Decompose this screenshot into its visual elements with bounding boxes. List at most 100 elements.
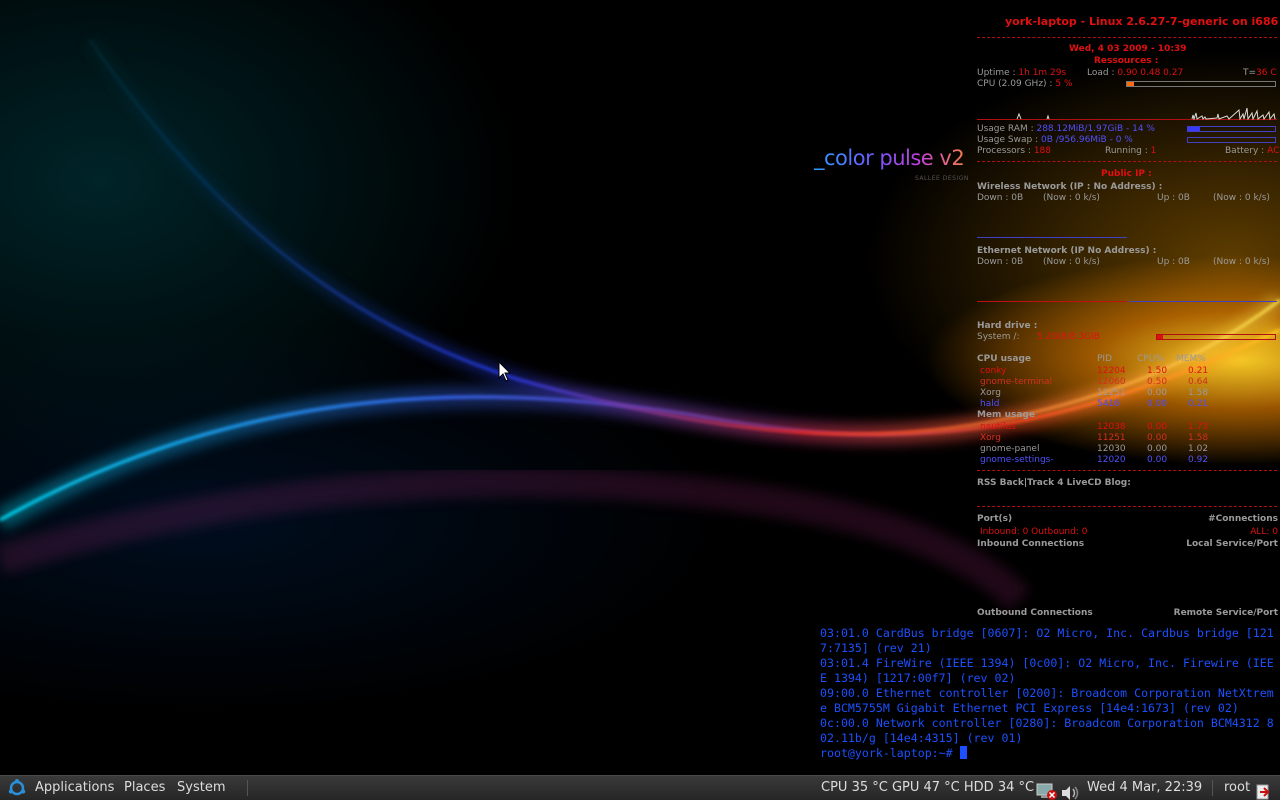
- swap-bar: [1187, 137, 1276, 143]
- wireless-up-now: (Now : 0 k/s): [1213, 193, 1270, 203]
- conky-load: Load : 0.90 0.48 0.27: [1087, 68, 1183, 78]
- terminal-line: e BCM5755M Gigabit Ethernet PCI Express …: [820, 701, 1239, 715]
- bottom-panel: Applications Places System CPU 35 °C GPU…: [0, 775, 1280, 800]
- process-cpu: 0.00: [1147, 433, 1168, 443]
- process-name: gnome-panel: [980, 444, 1040, 454]
- load-value: 0.90 0.48 0.27: [1117, 68, 1184, 78]
- process-cpu: 0.00: [1147, 388, 1168, 398]
- inbound-outbound: Inbound: 0 Outbound: 0: [980, 527, 1088, 537]
- ethernet-up-graph: [1129, 301, 1277, 302]
- system-menu[interactable]: System: [177, 776, 225, 800]
- mem-usage-title: Mem usage: [977, 410, 1035, 420]
- cpu-bar-fill: [1127, 82, 1135, 86]
- processes-label: Processors :: [977, 146, 1031, 156]
- process-cpu: 0.00: [1147, 444, 1168, 454]
- col-cpu-header: CPU%: [1137, 354, 1164, 364]
- swap-label: Usage Swap :: [977, 135, 1039, 145]
- ethernet-down-now: (Now : 0 k/s): [1043, 257, 1100, 267]
- local-service-port: Local Service/Port: [1186, 539, 1278, 549]
- terminal-line: 03:01.4 FireWire (IEEE 1394) [0c00]: O2 …: [820, 656, 1274, 670]
- panel-separator: [1212, 780, 1213, 796]
- col-pid-header: PID: [1097, 354, 1113, 364]
- all-connections: ALL: 0: [1250, 527, 1278, 537]
- process-cpu: 1.50: [1147, 366, 1168, 376]
- conky-resources-title: Ressources :: [1094, 56, 1159, 66]
- cpu-bar: [1126, 81, 1276, 87]
- conky-processes: Processors : 188: [977, 146, 1051, 156]
- ram-value: 288.12MiB/1.97GiB: [1036, 124, 1124, 134]
- desktop[interactable]: _color pulse v2 SALLEE DESIGN york-lapto…: [0, 0, 1280, 775]
- temp-unit: C: [1270, 68, 1277, 78]
- ethernet-down: Down : 0B: [977, 257, 1024, 267]
- brand-sub: SALLEE DESIGN: [915, 175, 969, 182]
- inbound-connections: Inbound Connections: [977, 539, 1085, 549]
- process-cpu: 0.00: [1147, 422, 1168, 432]
- hdd-title: Hard drive :: [977, 321, 1038, 331]
- clock[interactable]: Wed 4 Mar, 22:39: [1087, 776, 1202, 800]
- terminal-window[interactable]: 03:01.0 CardBus bridge [0607]: O2 Micro,…: [820, 626, 1280, 764]
- applications-menu[interactable]: Applications: [35, 776, 114, 800]
- process-cpu: 0.50: [1147, 377, 1168, 387]
- conky-datetime: Wed, 4 03 2009 - 10:39: [1069, 44, 1187, 54]
- load-label: Load :: [1087, 68, 1115, 78]
- process-name: conky: [980, 366, 1007, 376]
- process-pid: 5416: [1097, 399, 1120, 409]
- process-name: hald: [980, 399, 1000, 409]
- wireless-up: Up : 0B: [1157, 193, 1190, 203]
- volume-icon[interactable]: [1061, 781, 1081, 800]
- remote-service-port: Remote Service/Port: [1173, 608, 1278, 618]
- conky-divider: [977, 37, 1277, 38]
- running-label: Running :: [1105, 146, 1148, 156]
- ubuntu-logo-icon[interactable]: [7, 779, 27, 797]
- cpu-unit: %: [1063, 79, 1073, 89]
- process-pid: 12038: [1097, 422, 1126, 432]
- process-pid: 12204: [1097, 366, 1126, 376]
- conky-battery: Battery : AC: [1225, 146, 1279, 156]
- terminal-line: 03:01.0 CardBus bridge [0607]: O2 Micro,…: [820, 626, 1274, 640]
- ethernet-up-now: (Now : 0 k/s): [1213, 257, 1270, 267]
- process-mem: 1.58: [1188, 388, 1209, 398]
- terminal-prompt: root@york-laptop:~#: [820, 746, 960, 760]
- terminal-line: 0c:00.0 Network controller [0280]: Broad…: [820, 716, 1274, 730]
- ports-title: Port(s): [977, 514, 1013, 524]
- hardware-sensors[interactable]: CPU 35 °C GPU 47 °C HDD 34 °C: [821, 776, 1034, 800]
- process-mem: 1.73: [1188, 422, 1209, 432]
- temp-value: 36: [1256, 68, 1268, 78]
- text-cursor: [959, 746, 967, 759]
- logout-icon[interactable]: [1255, 780, 1271, 800]
- ram-bar-fill: [1188, 127, 1201, 131]
- terminal-output: 03:01.0 CardBus bridge [0607]: O2 Micro,…: [820, 626, 1280, 746]
- process-mem: 1.02: [1188, 444, 1209, 454]
- swap-value: 0B: [1040, 135, 1053, 145]
- brand-word: _color pulse v2: [814, 146, 974, 170]
- wireless-graph-baseline: [977, 237, 1127, 238]
- mouse-pointer-icon: [498, 361, 512, 382]
- ram-percent: - 14 %: [1126, 124, 1155, 134]
- cpu-label: CPU (2.09 GHz) :: [977, 79, 1053, 89]
- terminal-line: 02.11b/g [14e4:4315] (rev 01): [820, 731, 1023, 745]
- process-name: Xorg: [980, 388, 1001, 398]
- network-disconnected-icon[interactable]: [1036, 780, 1058, 800]
- terminal-line: 7:7135] (rev 21): [820, 641, 932, 655]
- process-pid: 12020: [1097, 455, 1126, 465]
- running-value: 1: [1150, 146, 1157, 156]
- places-menu[interactable]: Places: [124, 776, 165, 800]
- conky-monitor: york-laptop - Linux 2.6.27-7-generic on …: [975, 12, 1280, 622]
- terminal-line: 09:00.0 Ethernet controller [0200]: Broa…: [820, 686, 1274, 700]
- col-mem-header: MEM%: [1176, 354, 1206, 364]
- process-name: nautilus: [980, 422, 1016, 432]
- temp-label: T=: [1243, 68, 1257, 78]
- cpu-usage-title: CPU usage: [977, 354, 1032, 364]
- conky-divider: [977, 506, 1277, 507]
- conky-temp: T=36 C: [1243, 68, 1277, 78]
- user-switcher[interactable]: root: [1224, 776, 1250, 800]
- process-mem: 0.21: [1188, 399, 1209, 409]
- conky-divider: [977, 161, 1277, 162]
- terminal-prompt-line[interactable]: root@york-laptop:~#: [820, 746, 1280, 761]
- uptime-label: Uptime :: [977, 68, 1016, 78]
- rss-title: RSS Back|Track 4 LiveCD Blog:: [977, 478, 1131, 488]
- process-name: gnome-settings-: [980, 455, 1054, 465]
- process-name: gnome-terminal: [980, 377, 1053, 387]
- process-mem: 0.21: [1188, 366, 1209, 376]
- terminal-line: E 1394) [1217:00f7] (rev 02): [820, 671, 1016, 685]
